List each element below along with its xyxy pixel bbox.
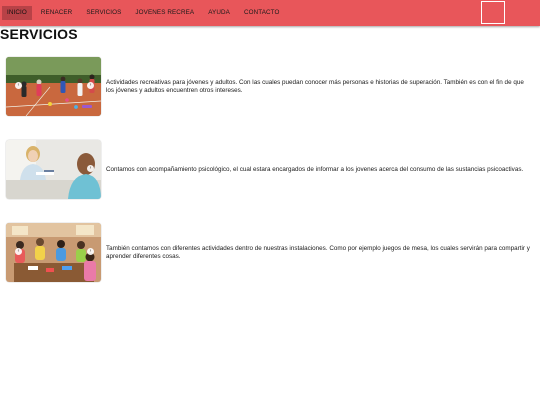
service-description: También contamos con diferentes activida… [106,223,531,282]
service-item-indoor-activities: ‹ › También contamos con diferentes acti… [6,223,531,283]
user-avatar[interactable] [481,1,505,24]
nav-item-inicio[interactable]: INICIO [2,6,32,20]
carousel-next-icon[interactable]: › [87,165,94,172]
navbar: INICIO RENACER SERVICIOS JOVENES RECREA … [0,0,540,26]
service-description: Actividades recreativas para jóvenes y a… [106,57,531,116]
page-title: SERVICIOS [0,26,78,42]
nav-item-servicios[interactable]: SERVICIOS [81,6,126,20]
carousel-next-icon[interactable]: › [87,82,94,89]
indoor-activities-photo: ‹ › [6,223,101,282]
nav-item-renacer[interactable]: RENACER [36,6,78,20]
service-item-recreation: ‹ › Actividades recreativas para jóvenes… [6,57,531,117]
service-description-text: También contamos con diferentes activida… [106,244,530,260]
service-description-text: Actividades recreativas para jóvenes y a… [106,78,524,94]
carousel-prev-icon[interactable]: ‹ [15,248,22,255]
psychology-photo: › [6,140,101,199]
nav-item-ayuda[interactable]: AYUDA [203,6,235,20]
service-description: Contamos con acompañamiento psicológico,… [106,140,531,199]
nav-item-contacto[interactable]: CONTACTO [239,6,285,20]
nav-item-jovenes-recrea[interactable]: JOVENES RECREA [130,6,199,20]
carousel-prev-icon[interactable]: ‹ [15,82,22,89]
carousel-next-icon[interactable]: › [87,248,94,255]
nav-menu: INICIO RENACER SERVICIOS JOVENES RECREA … [2,0,289,26]
recreation-photo: ‹ › [6,57,101,116]
service-item-psychology: › Contamos con acompañamiento psicológic… [6,140,531,200]
service-description-text: Contamos con acompañamiento psicológico,… [106,165,524,173]
